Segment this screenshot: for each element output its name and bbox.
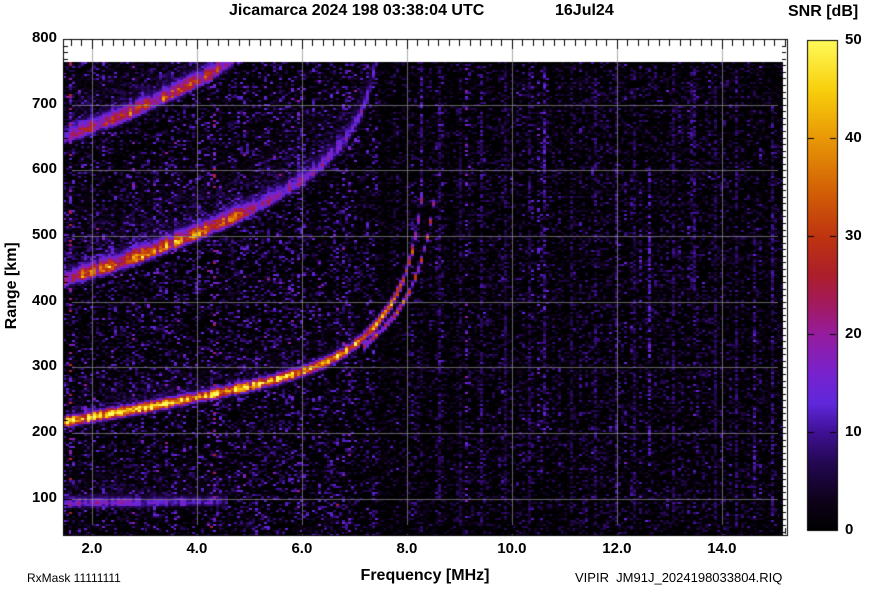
colorbar-title: SNR [dB] bbox=[788, 3, 859, 20]
colorbar-tick-label: 10 bbox=[845, 423, 862, 440]
colorbar-tick-label: 50 bbox=[845, 31, 862, 48]
x-axis-label: Frequency [MHz] bbox=[360, 567, 490, 584]
x-tick-label: 6.0 bbox=[291, 540, 313, 557]
ionogram-canvas bbox=[0, 0, 874, 595]
x-tick-label: 14.0 bbox=[707, 540, 737, 557]
chart-title: Jicamarca 2024 198 03:38:04 UTC bbox=[229, 2, 485, 19]
colorbar-tick-label: 40 bbox=[845, 129, 862, 146]
x-tick-label: 2.0 bbox=[81, 540, 103, 557]
ionogram-figure: Jicamarca 2024 198 03:38:04 UTC 16Jul24 … bbox=[0, 0, 874, 595]
x-tick-label: 10.0 bbox=[497, 540, 527, 557]
footer-rxmask: RxMask 11111111 bbox=[27, 571, 121, 585]
colorbar-tick-label: 0 bbox=[845, 521, 854, 538]
x-tick-label: 8.0 bbox=[396, 540, 418, 557]
footer-filename: VIPIR JM91J_2024198033804.RIQ bbox=[575, 570, 783, 585]
y-tick-label: 100 bbox=[31, 488, 57, 506]
y-tick-label: 800 bbox=[31, 29, 57, 46]
x-tick-label: 12.0 bbox=[602, 540, 632, 557]
y-tick-label: 200 bbox=[31, 423, 57, 441]
y-tick-label: 400 bbox=[31, 291, 57, 309]
colorbar-tick-label: 20 bbox=[845, 325, 862, 342]
y-tick-label: 700 bbox=[31, 94, 57, 112]
y-tick-label: 300 bbox=[31, 357, 57, 375]
y-tick-label: 600 bbox=[31, 160, 57, 178]
y-tick-label: 500 bbox=[31, 226, 57, 244]
x-tick-label: 4.0 bbox=[186, 540, 208, 557]
colorbar-tick-label: 30 bbox=[845, 227, 862, 244]
chart-date: 16Jul24 bbox=[555, 2, 614, 19]
